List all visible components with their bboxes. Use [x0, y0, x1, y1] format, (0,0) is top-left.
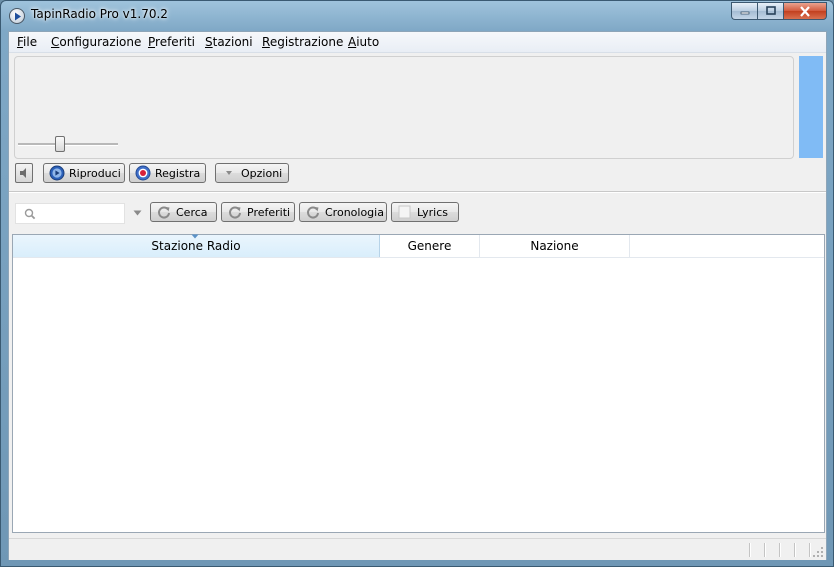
menu-file[interactable]: File — [17, 35, 37, 49]
play-button[interactable]: Riproduci — [43, 163, 125, 183]
resize-grip-icon[interactable] — [812, 546, 824, 558]
now-playing-display — [14, 56, 794, 159]
volume-slider-track[interactable] — [18, 143, 118, 146]
search-history-dropdown-icon[interactable] — [133, 210, 142, 216]
mute-button[interactable] — [15, 163, 33, 183]
options-button[interactable]: Opzioni — [215, 163, 289, 183]
lyrics-button[interactable]: Lyrics — [391, 202, 459, 222]
minimize-icon — [740, 11, 749, 15]
title-bar[interactable]: TapinRadio Pro v1.70.2 — [1, 1, 833, 31]
history-button[interactable]: Cronologia — [299, 202, 387, 222]
speaker-icon — [20, 168, 26, 178]
column-header-country[interactable]: Nazione — [480, 235, 630, 257]
status-bar — [9, 538, 826, 560]
column-header-genre-label: Genere — [407, 239, 452, 253]
search-button[interactable]: Cerca — [150, 202, 217, 222]
record-button-label: Registra — [155, 166, 201, 180]
volume-slider-thumb[interactable] — [55, 136, 65, 152]
search-button-label: Cerca — [176, 205, 208, 219]
status-separator — [764, 543, 766, 557]
chevron-down-icon — [221, 165, 237, 181]
minimize-button[interactable] — [731, 2, 757, 20]
record-button[interactable]: Registra — [129, 163, 206, 183]
column-header-station[interactable]: Stazione Radio — [13, 234, 380, 257]
status-separator — [779, 543, 781, 557]
caption-buttons — [731, 2, 827, 21]
options-button-label: Opzioni — [241, 166, 283, 180]
toolbar-separator — [9, 191, 826, 193]
column-header-genre[interactable]: Genere — [380, 235, 480, 257]
station-list[interactable]: Stazione Radio Genere Nazione — [12, 234, 825, 533]
menu-registrazione[interactable]: Registrazione — [262, 35, 343, 49]
refresh-icon — [156, 204, 172, 220]
status-separator — [749, 543, 751, 557]
column-header-country-label: Nazione — [530, 239, 579, 253]
magnifier-icon — [24, 208, 36, 220]
close-button[interactable] — [783, 2, 827, 20]
app-window: TapinRadio Pro v1.70.2 File Configurazio… — [0, 0, 834, 567]
maximize-icon — [765, 6, 776, 15]
search-box[interactable] — [15, 203, 125, 224]
lyrics-button-label: Lyrics — [417, 205, 448, 219]
column-header-station-label: Stazione Radio — [151, 239, 241, 253]
sort-ascending-icon — [191, 234, 199, 239]
station-list-header: Stazione Radio Genere Nazione — [13, 234, 824, 258]
favorites-button-label: Preferiti — [247, 205, 291, 219]
lyrics-icon — [397, 204, 413, 220]
search-input[interactable] — [42, 206, 122, 221]
status-separator — [794, 543, 796, 557]
menu-stazioni[interactable]: Stazioni — [205, 35, 253, 49]
close-icon — [800, 5, 810, 17]
history-button-label: Cronologia — [325, 205, 384, 219]
refresh-icon — [305, 204, 321, 220]
status-separator — [809, 543, 811, 557]
client-area: File Configurazione Preferiti Stazioni R… — [8, 31, 827, 560]
app-play-icon[interactable] — [9, 8, 25, 24]
window-title: TapinRadio Pro v1.70.2 — [31, 7, 168, 21]
menu-bar: File Configurazione Preferiti Stazioni R… — [9, 32, 826, 53]
menu-preferiti[interactable]: Preferiti — [148, 35, 195, 49]
menu-configurazione[interactable]: Configurazione — [51, 35, 141, 49]
play-button-label: Riproduci — [69, 166, 121, 180]
favorites-button[interactable]: Preferiti — [221, 202, 295, 222]
record-icon — [135, 165, 151, 181]
refresh-icon — [227, 204, 243, 220]
play-circle-icon — [49, 165, 65, 181]
audio-level-meter — [799, 56, 823, 158]
maximize-button[interactable] — [757, 2, 783, 20]
menu-aiuto[interactable]: Aiuto — [348, 35, 379, 49]
column-header-empty[interactable] — [630, 235, 824, 257]
